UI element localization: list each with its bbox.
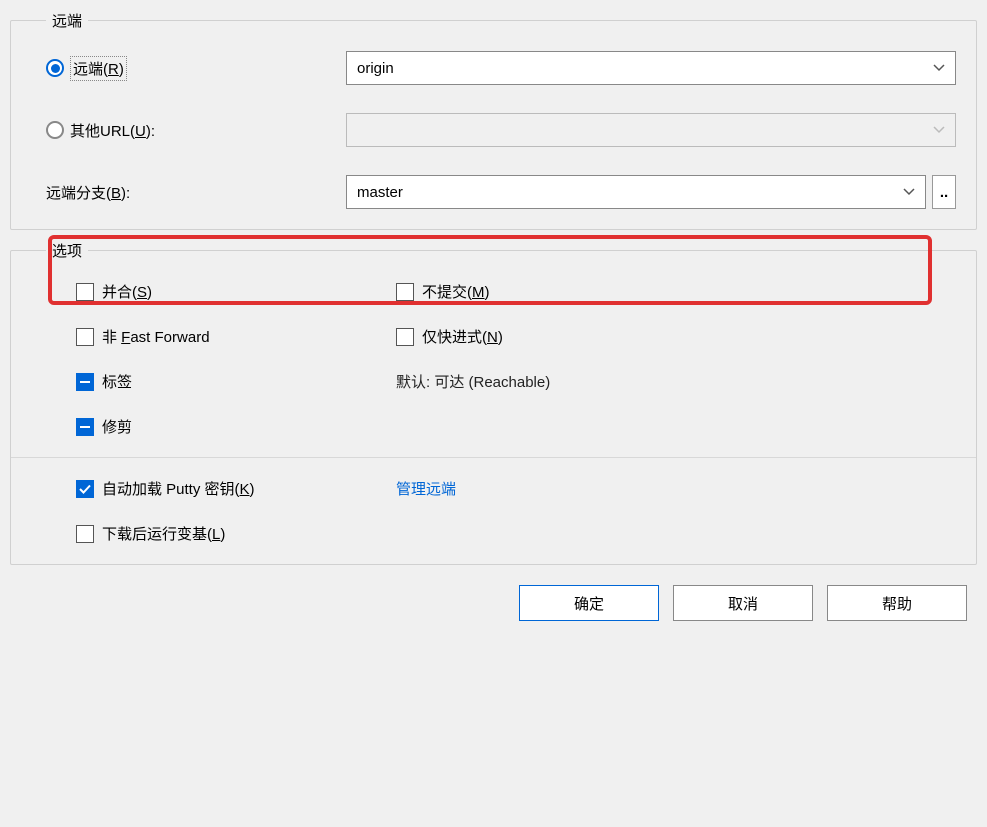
no-commit-label: 不提交(M) [422, 281, 490, 302]
rebase-after-label: 下载后运行变基(L) [102, 523, 225, 544]
prune-label: 修剪 [102, 416, 132, 437]
chevron-down-icon [903, 186, 915, 198]
options-group: 选项 并合(S) 不提交(M) 非 Fast Forward 仅快进式(N) 标… [10, 240, 977, 565]
remote-legend: 远端 [46, 10, 88, 31]
cancel-button[interactable]: 取消 [673, 585, 813, 621]
autoload-putty-label: 自动加载 Putty 密钥(K) [102, 478, 255, 499]
other-url-combo[interactable] [346, 113, 956, 147]
ff-only-label: 仅快进式(N) [422, 326, 503, 347]
other-url-label: 其他URL(U): [70, 120, 155, 141]
button-bar: 确定 取消 帮助 [10, 575, 977, 621]
browse-branch-button[interactable]: .. [932, 175, 956, 209]
manage-remote-link[interactable]: 管理远端 [396, 478, 456, 499]
autoload-putty-checkbox[interactable] [76, 480, 94, 498]
remote-branch-label: 远端分支(B): [46, 182, 130, 203]
options-legend: 选项 [46, 240, 88, 261]
remote-radio[interactable] [46, 59, 64, 77]
merge-label: 并合(S) [102, 281, 152, 302]
no-ff-label: 非 Fast Forward [102, 326, 210, 347]
no-ff-checkbox[interactable] [76, 328, 94, 346]
prune-checkbox[interactable] [76, 418, 94, 436]
help-button[interactable]: 帮助 [827, 585, 967, 621]
tags-checkbox[interactable] [76, 373, 94, 391]
chevron-down-icon [933, 124, 945, 136]
remote-branch-combo[interactable]: master [346, 175, 926, 209]
chevron-down-icon [933, 62, 945, 74]
remote-radio-label: 远端(R) [70, 56, 127, 81]
remote-group: 远端 远端(R) origin 其他URL(U): [10, 10, 977, 230]
merge-checkbox[interactable] [76, 283, 94, 301]
ff-only-checkbox[interactable] [396, 328, 414, 346]
remote-combo[interactable]: origin [346, 51, 956, 85]
other-url-radio[interactable] [46, 121, 64, 139]
ok-button[interactable]: 确定 [519, 585, 659, 621]
no-commit-checkbox[interactable] [396, 283, 414, 301]
tags-default-label: 默认: 可达 (Reachable) [396, 371, 550, 392]
rebase-after-checkbox[interactable] [76, 525, 94, 543]
tags-label: 标签 [102, 371, 132, 392]
separator [11, 457, 976, 458]
